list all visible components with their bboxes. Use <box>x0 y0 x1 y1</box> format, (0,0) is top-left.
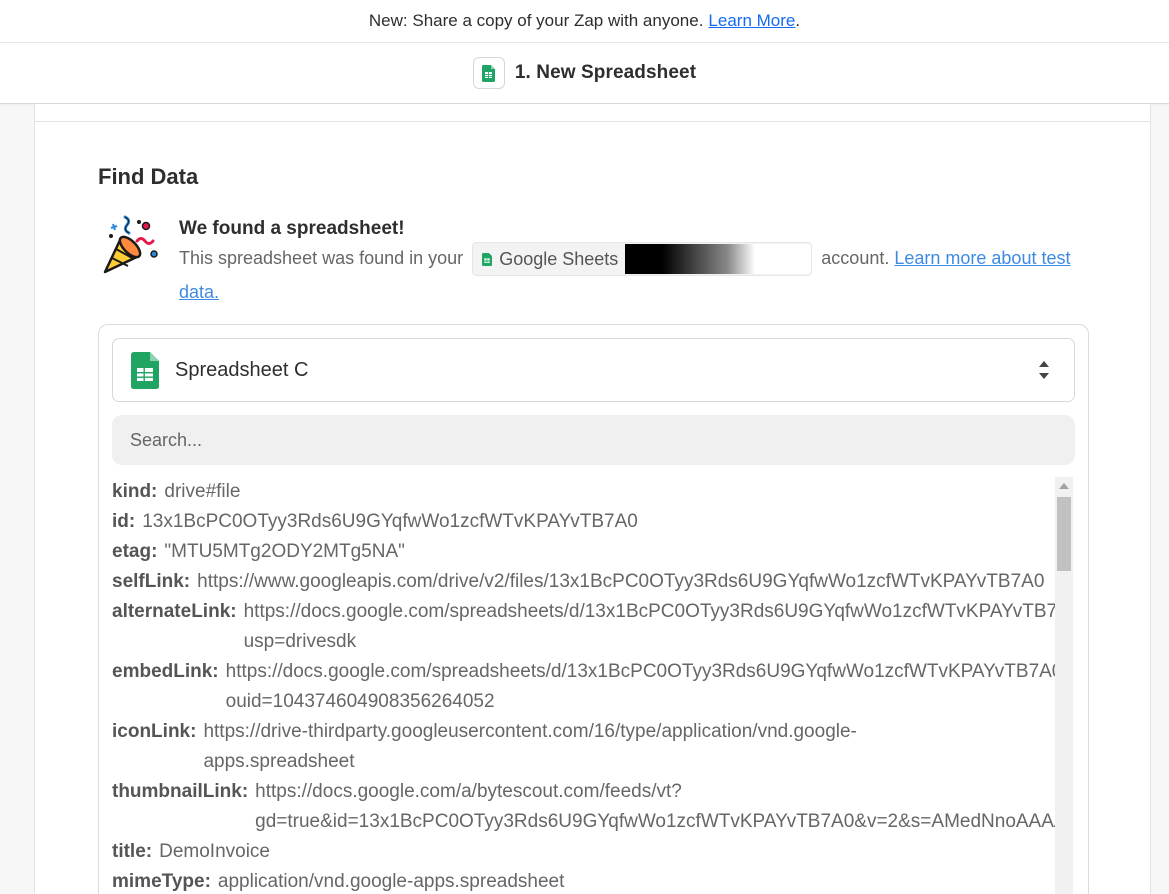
banner-suffix: . <box>795 11 801 30</box>
field-key: embedLink: <box>112 661 219 682</box>
scroll-up-arrow-icon[interactable] <box>1059 483 1069 489</box>
field-row: embedLink: https://docs.google.com/spread… <box>112 657 1057 717</box>
field-value-line: drive#file <box>164 481 241 502</box>
party-popper-icon <box>103 215 158 274</box>
field-row: iconLink: https://drive-thirdparty.google… <box>112 717 1057 777</box>
field-key: mimeType: <box>112 871 211 892</box>
test-data-box: Spreadsheet C kind: drive#file id: 13x1BcPC… <box>98 324 1089 894</box>
learn-more-link[interactable]: Learn More <box>708 11 795 31</box>
field-value: https://drive-thirdparty.googleuserconte… <box>203 717 856 777</box>
selected-spreadsheet: Spreadsheet C <box>175 358 309 381</box>
field-value: https://www.googleapis.com/drive/v2/file… <box>197 567 1044 597</box>
found-description: This spreadsheet was found in your Googl… <box>179 242 1089 308</box>
find-data-heading: Find Data <box>98 164 199 189</box>
field-key: thumbnailLink: <box>112 781 249 802</box>
field-key: iconLink: <box>112 721 197 742</box>
field-value: "MTU5MTg2ODY2MTg5NA" <box>164 537 404 567</box>
account-chip: Google Sheets <box>472 242 813 277</box>
field-key: kind: <box>112 481 158 502</box>
field-value-line: gd=true&id=13x1BcPC0OTyy3Rds6U9GYqfwWo1z… <box>255 811 1057 832</box>
field-row: kind: drive#file <box>112 477 1057 507</box>
field-value-line: https://drive-thirdparty.googleuserconte… <box>203 721 857 742</box>
field-row: alternateLink: https://docs.google.com/sp… <box>112 597 1057 657</box>
find-data-panel: Find Data We found a spreadsheet! This s… <box>34 104 1151 894</box>
banner-text: New: Share a copy of your Zap with anyon… <box>368 11 704 30</box>
field-value: 13x1BcPC0OTyy3Rds6U9GYqfwWo1zcfWTvKPAYvT… <box>142 507 638 537</box>
field-value-line: "MTU5MTg2ODY2MTg5NA" <box>164 541 405 562</box>
announcement-banner: New: Share a copy of your Zap with anyon… <box>0 0 1169 43</box>
field-value: https://docs.google.com/spreadsheets/d/1… <box>226 657 1057 717</box>
field-value-line: https://docs.google.com/spreadsheets/d/1… <box>225 661 1057 682</box>
field-value: https://docs.google.com/spreadsheets/d/1… <box>244 597 1057 657</box>
field-key: title: <box>112 841 153 862</box>
field-row: selfLink: https://www.googleapis.com/driv… <box>112 567 1057 597</box>
field-value-line: application/vnd.google-apps.spreadsheet <box>217 871 565 892</box>
found-prefix: This spreadsheet was found in your <box>179 248 464 268</box>
field-row: mimeType: application/vnd.google-apps.spr… <box>112 867 1057 894</box>
field-value-line: usp=drivesdk <box>243 631 357 652</box>
step-header: 1. New Spreadsheet <box>0 43 1169 104</box>
field-key: etag: <box>112 541 158 562</box>
scrollbar-thumb[interactable] <box>1057 497 1071 571</box>
field-value-line: https://docs.google.com/spreadsheets/d/1… <box>243 601 1057 622</box>
google-sheets-icon <box>472 57 505 89</box>
panel-divider <box>35 121 1150 122</box>
field-row: etag: "MTU5MTg2ODY2MTg5NA" <box>112 537 1057 567</box>
field-value-line: https://www.googleapis.com/drive/v2/file… <box>197 571 1045 592</box>
field-key: id: <box>112 511 136 532</box>
field-list-scrollbar[interactable] <box>1055 477 1073 894</box>
field-row: title: DemoInvoice <box>112 837 1057 867</box>
step-title: 1. New Spreadsheet <box>514 62 697 83</box>
found-heading: We found a spreadsheet! <box>179 218 405 239</box>
field-value: DemoInvoice <box>159 837 270 867</box>
field-key: selfLink: <box>112 571 191 592</box>
google-sheets-icon <box>482 252 493 266</box>
redacted-account-name <box>625 244 812 275</box>
field-value-line: apps.spreadsheet <box>203 751 355 772</box>
field-row: thumbnailLink: https://docs.google.com/a/… <box>112 777 1057 837</box>
field-value-line: ouid=104374604908356264052 <box>225 691 495 712</box>
sort-updown-icon <box>1039 361 1049 379</box>
field-value: application/vnd.google-apps.spreadsheet <box>218 867 564 894</box>
field-row: id: 13x1BcPC0OTyy3Rds6U9GYqfwWo1zcfWTvKPA… <box>112 507 1057 537</box>
field-value-line: 13x1BcPC0OTyy3Rds6U9GYqfwWo1zcfWTvKPAYvT… <box>142 511 638 532</box>
account-app-name: Google Sheets <box>499 249 619 270</box>
field-key: alternateLink: <box>112 601 237 622</box>
field-list: kind: drive#file id: 13x1BcPC0OTyy3Rds6U9GY… <box>112 477 1057 894</box>
google-sheets-icon <box>131 351 159 389</box>
spreadsheet-selector[interactable]: Spreadsheet C <box>112 338 1075 402</box>
search-input[interactable] <box>112 415 1075 465</box>
field-value: https://docs.google.com/a/bytescout.com/… <box>255 777 1057 837</box>
field-value: drive#file <box>164 477 240 507</box>
field-value-line: DemoInvoice <box>159 841 270 862</box>
field-value-line: https://docs.google.com/a/bytescout.com/… <box>255 781 682 802</box>
found-suffix: account. <box>821 248 890 268</box>
